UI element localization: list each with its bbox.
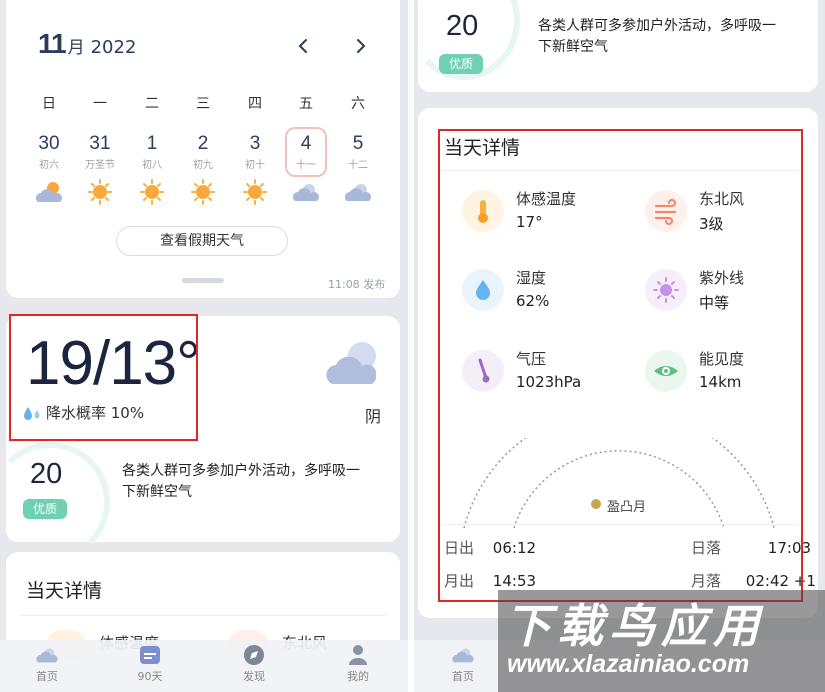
calendar-day-today[interactable]: 4 十一 (284, 133, 328, 209)
tab-90days[interactable]: 90天 (125, 644, 175, 684)
lunar-label: 初八 (142, 160, 162, 171)
weekday-thu: 四 (248, 96, 262, 112)
watermark-url: www.xlazainiao.com (507, 650, 750, 678)
calendar-month-number: 11 (38, 28, 67, 59)
compass-icon (244, 645, 264, 665)
tab-me[interactable]: 我的 (333, 644, 383, 684)
lunar-label: 十一 (296, 160, 316, 171)
calendar-icon (140, 646, 160, 664)
calendar-month-header: 11 月 2022 (38, 28, 136, 60)
weekday-mon: 一 (93, 96, 107, 112)
left-screen: 11 月 2022 日 一 二 三 四 五 六 30 初六 31 万圣节 1 初… (0, 0, 408, 692)
day-number: 1 (146, 133, 158, 154)
next-month-button[interactable] (350, 36, 370, 56)
aqi-level-badge: 优质 (439, 54, 483, 74)
sun-icon (84, 179, 116, 205)
sun-icon (239, 179, 271, 205)
calendar-month-suffix: 月 (67, 38, 85, 58)
weekday-sat: 六 (351, 96, 365, 112)
calendar-year: 2022 (90, 37, 137, 58)
day-number: 30 (38, 133, 60, 154)
aqi-value: 20 (446, 10, 479, 42)
day-number: 4 (300, 133, 312, 154)
calendar-day[interactable]: 2 初九 (181, 133, 225, 209)
tab-label: 我的 (347, 670, 369, 683)
drag-handle[interactable] (182, 278, 224, 283)
highlight-box-details (438, 129, 803, 602)
home-cloud-icon (34, 644, 60, 666)
day-number: 5 (352, 133, 364, 154)
tab-label: 90天 (137, 670, 163, 683)
home-cloud-icon (450, 644, 476, 666)
tab-home[interactable]: 首页 (438, 644, 488, 684)
chevron-right-icon (357, 39, 366, 53)
aqi-value: 20 (30, 458, 63, 490)
chevron-left-icon (298, 39, 307, 53)
calendar-day[interactable]: 31 万圣节 (78, 133, 122, 209)
lunar-label: 万圣节 (85, 160, 115, 171)
calendar-day[interactable]: 3 初十 (233, 133, 277, 209)
publish-time: 11:08 发布 (328, 278, 386, 291)
prev-month-button[interactable] (294, 36, 314, 56)
lunar-label: 初六 (39, 160, 59, 171)
partly-cloudy-icon (33, 179, 65, 205)
right-screen: 20 优质 各类人群可多参加户外活动，多呼吸一下新鲜空气 当天详情 体感温度 1… (414, 0, 825, 692)
tab-home[interactable]: 首页 (22, 644, 72, 684)
tab-label: 首页 (36, 670, 58, 683)
watermark-brand: 下载鸟应用 (505, 600, 765, 652)
day-number: 31 (89, 133, 111, 154)
sun-icon (136, 179, 168, 205)
aqi-level-badge: 优质 (23, 499, 67, 519)
lunar-label: 十二 (348, 160, 368, 171)
divider (20, 615, 386, 616)
lunar-label: 初十 (245, 160, 265, 171)
weekday-tue: 二 (145, 96, 159, 112)
calendar-day[interactable]: 30 初六 (27, 133, 71, 209)
weekday-sun: 日 (42, 96, 56, 112)
cloud-icon (290, 179, 322, 205)
overcast-cloud-icon (326, 342, 377, 384)
cloud-icon (342, 179, 374, 205)
sun-icon (187, 179, 219, 205)
calendar-day[interactable]: 5 十二 (336, 133, 380, 209)
day-number: 2 (197, 133, 209, 154)
details-title: 当天详情 (26, 580, 103, 602)
weekday-fri: 五 (299, 96, 313, 112)
tab-label: 发现 (243, 670, 265, 683)
weekday-wed: 三 (196, 96, 210, 112)
lunar-label: 初九 (193, 160, 213, 171)
aqi-advice: 各类人群可多参加户外活动，多呼吸一下新鲜空气 (538, 18, 776, 55)
calendar-day[interactable]: 1 初八 (130, 133, 174, 209)
tab-label: 首页 (452, 670, 474, 683)
user-icon (349, 645, 367, 665)
holiday-weather-button[interactable]: 查看假期天气 (116, 226, 288, 256)
tab-discover[interactable]: 发现 (229, 644, 279, 684)
weather-condition: 阴 (365, 407, 382, 426)
aqi-advice: 各类人群可多参加户外活动，多呼吸一下新鲜空气 (122, 463, 360, 500)
day-number: 3 (249, 133, 261, 154)
highlight-box-temperature (9, 314, 198, 441)
